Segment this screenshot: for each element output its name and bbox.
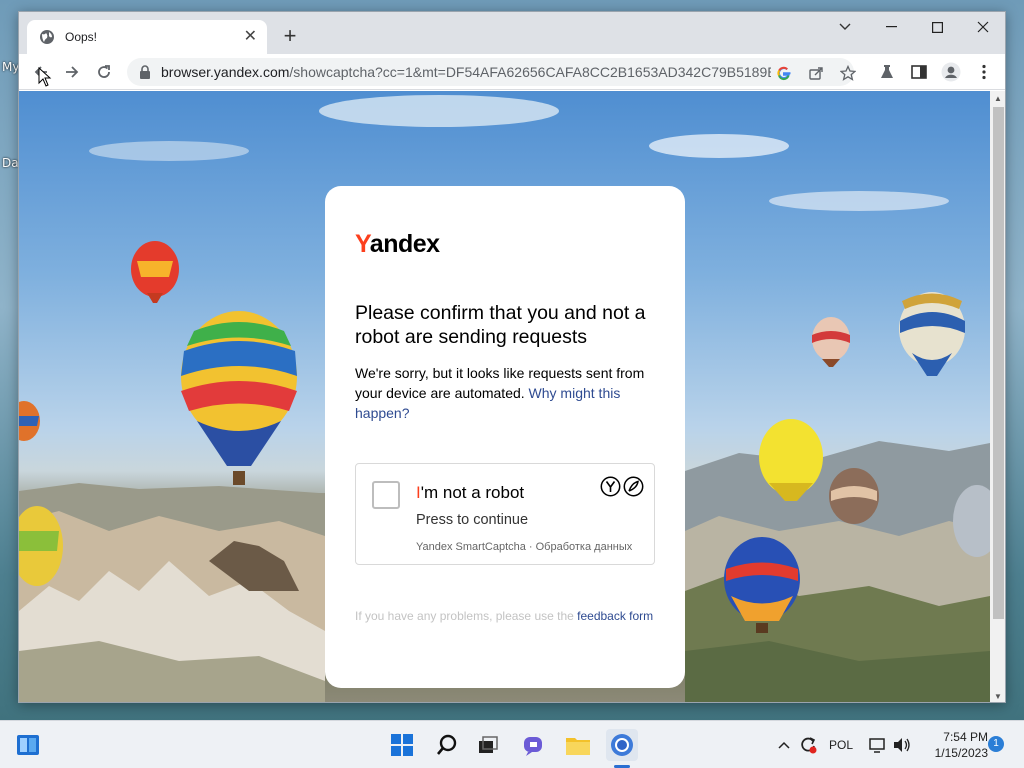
tab-strip: Oops! ✕ +: [19, 12, 1005, 54]
scroll-up-arrow-icon[interactable]: ▲: [994, 94, 1002, 103]
smartcaptcha-logo-icon: [600, 476, 644, 497]
address-bar[interactable]: browser.yandex.com/showcaptcha?cc=1&mt=D…: [127, 58, 857, 86]
mouse-cursor-icon: [38, 67, 52, 87]
minimize-button[interactable]: [868, 12, 914, 42]
desktop-label-da: Da: [2, 156, 19, 170]
captcha-footer: If you have any problems, please use the…: [355, 609, 654, 623]
not-robot-checkbox[interactable]: [372, 481, 400, 509]
menu-kebab-icon[interactable]: [970, 58, 998, 86]
scroll-down-arrow-icon[interactable]: ▼: [994, 692, 1002, 701]
lock-icon: [140, 65, 150, 79]
smartcaptcha-brand-line: Yandex SmartCaptcha · Обработка данных: [416, 541, 633, 553]
extensions-icon[interactable]: [873, 58, 901, 86]
notification-badge[interactable]: 1: [988, 736, 1004, 752]
browser-toolbar: browser.yandex.com/showcaptcha?cc=1&mt=D…: [19, 54, 1005, 90]
share-icon[interactable]: [807, 64, 825, 82]
url-path: /showcaptcha?cc=1&mt=DF54AFA62656CAFA8CC…: [289, 64, 771, 80]
not-robot-label[interactable]: I'm not a robot: [416, 483, 524, 503]
forward-button[interactable]: [58, 58, 86, 86]
captcha-heading: Please confirm that you and not a robot …: [355, 302, 646, 348]
browser-window: Oops! ✕ + browser.yandex.com/showcaptcha…: [18, 11, 1006, 703]
new-tab-button[interactable]: +: [277, 24, 303, 50]
maximize-button[interactable]: [914, 12, 960, 42]
teams-chat-icon[interactable]: [518, 729, 550, 761]
chrome-taskbar-icon[interactable]: [606, 729, 638, 761]
feedback-form-link[interactable]: feedback form: [577, 609, 653, 623]
system-clock[interactable]: 7:54 PM 1/15/2023: [918, 729, 988, 761]
globe-icon: [40, 30, 54, 44]
clock-date: 1/15/2023: [934, 746, 988, 760]
page-scrollbar[interactable]: ▲ ▼: [990, 91, 1005, 702]
sync-status-icon[interactable]: [792, 729, 824, 761]
side-panel-icon[interactable]: [905, 58, 933, 86]
url-host: browser.yandex.com: [161, 64, 290, 80]
tab-title: Oops!: [65, 30, 98, 44]
windows-taskbar: POL 7:54 PM 1/15/2023: [0, 720, 1024, 768]
volume-icon[interactable]: [886, 729, 918, 761]
browser-tab-oops[interactable]: Oops! ✕: [27, 20, 267, 54]
profile-avatar-icon[interactable]: [937, 58, 965, 86]
tab-search-chevron-icon[interactable]: [822, 12, 868, 42]
desktop-label-my: My: [2, 60, 20, 74]
task-view-icon[interactable]: [472, 729, 504, 761]
close-window-button[interactable]: [960, 12, 1005, 42]
start-button[interactable]: [386, 729, 418, 761]
input-language[interactable]: POL: [829, 721, 853, 768]
press-to-continue-text: Press to continue: [416, 512, 529, 528]
widgets-icon[interactable]: [12, 729, 44, 761]
search-icon[interactable]: [431, 729, 463, 761]
captcha-card: Yandex Please confirm that you and not a…: [325, 186, 685, 688]
reload-button[interactable]: [90, 58, 118, 86]
scrollbar-thumb[interactable]: [993, 107, 1004, 619]
bookmark-star-icon[interactable]: [839, 64, 857, 82]
tab-close-icon[interactable]: ✕: [244, 29, 257, 45]
page-viewport: Yandex Please confirm that you and not a…: [19, 91, 990, 702]
url-text[interactable]: browser.yandex.com/showcaptcha?cc=1&mt=D…: [161, 64, 771, 80]
google-icon[interactable]: [775, 64, 793, 82]
smartcaptcha-panel: I'm not a robot Press to continue Yandex…: [355, 463, 655, 565]
captcha-description: We're sorry, but it looks like requests …: [355, 365, 645, 421]
yandex-logo: Yandex: [355, 230, 440, 258]
file-explorer-icon[interactable]: [562, 729, 594, 761]
clock-time: 7:54 PM: [943, 730, 988, 744]
